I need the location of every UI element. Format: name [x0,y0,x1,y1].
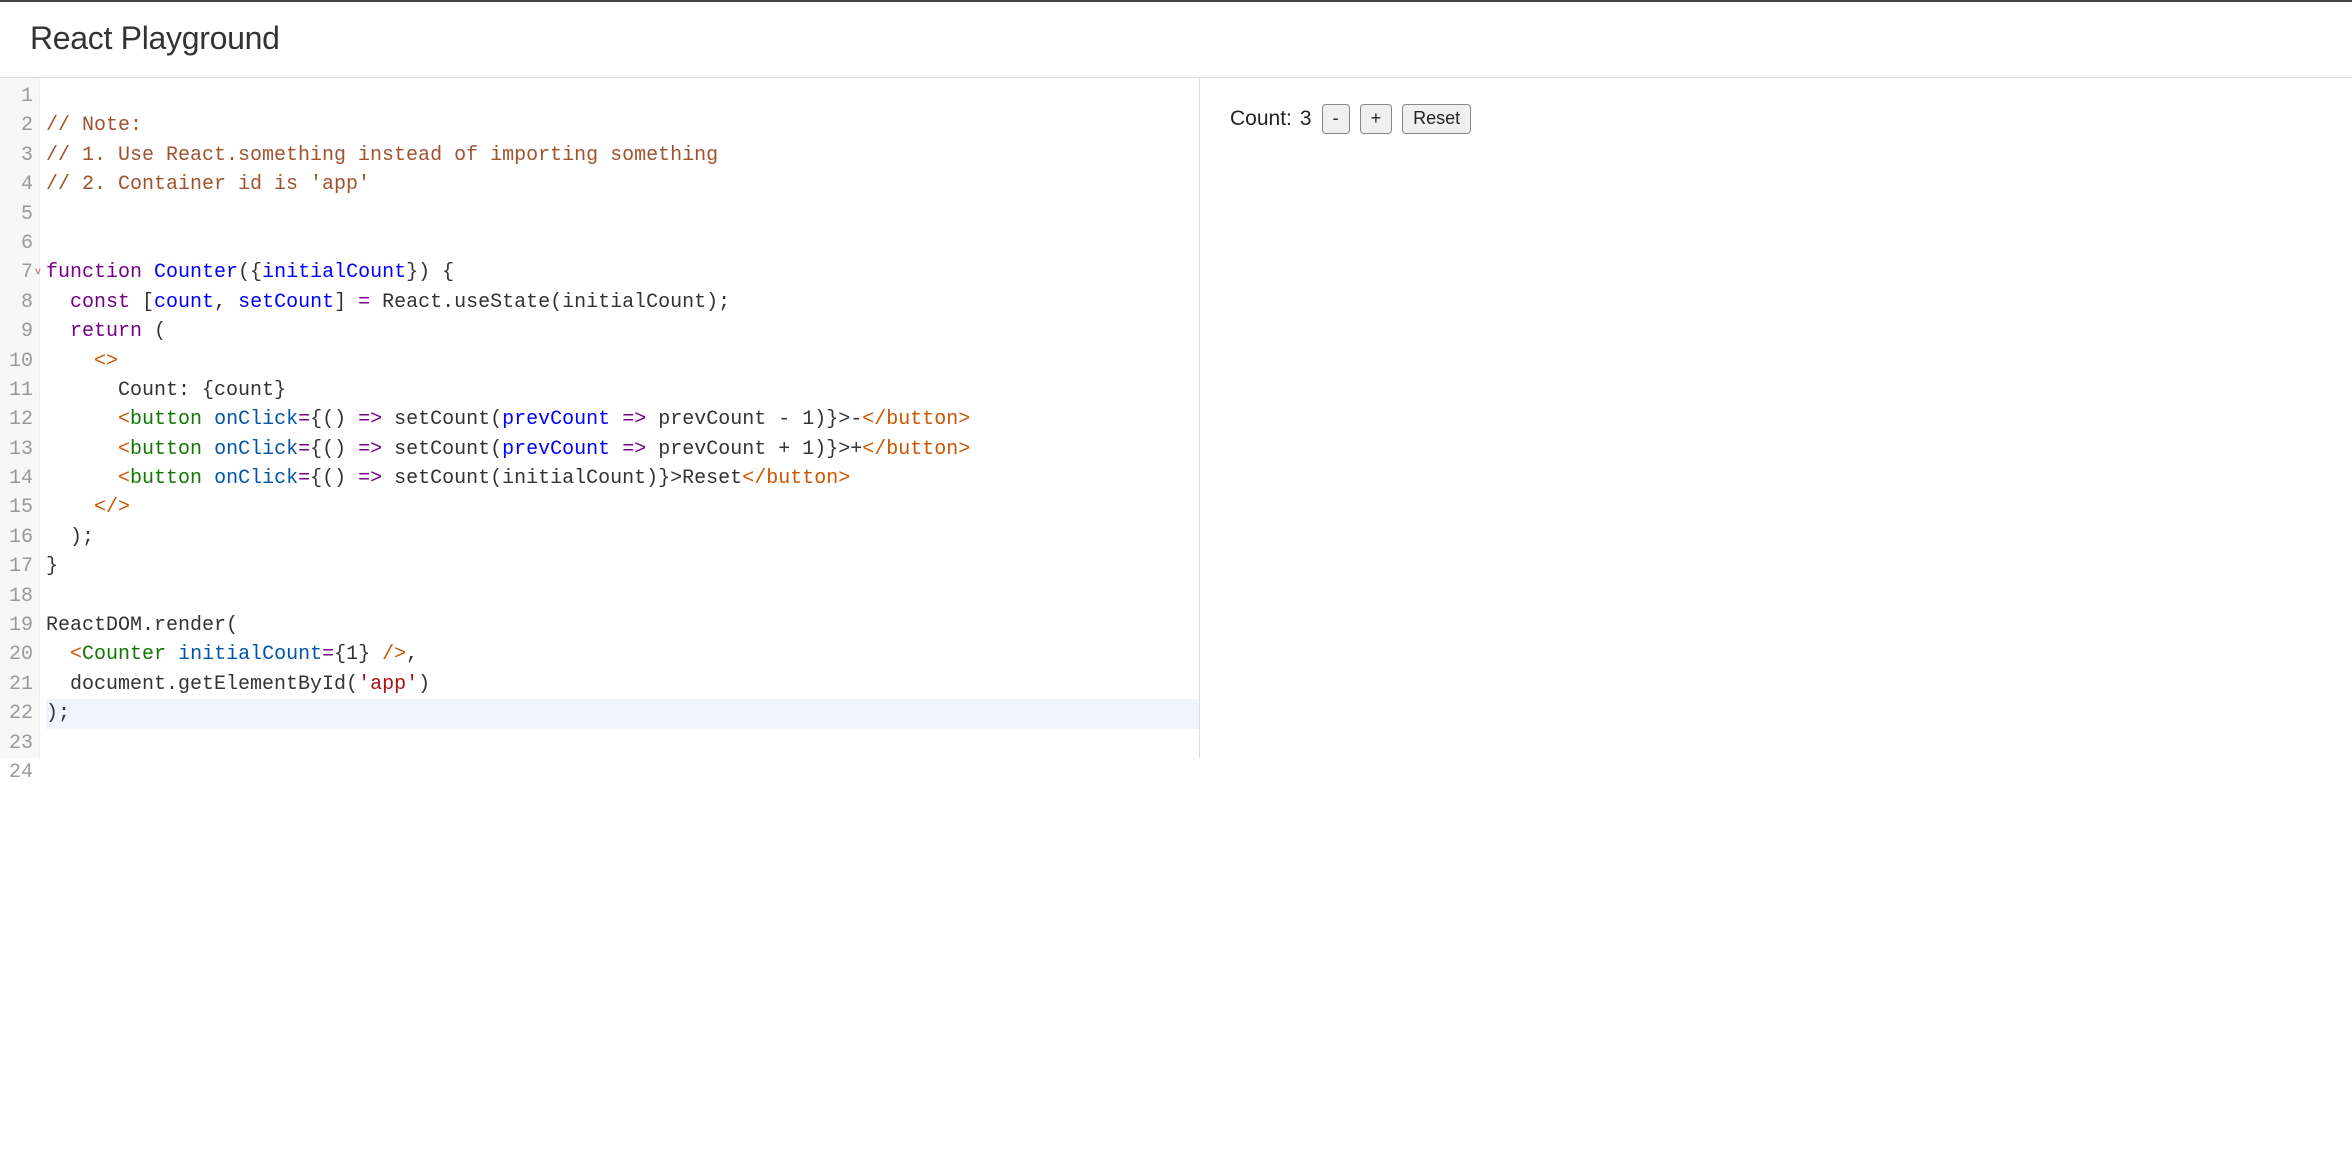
code-line: document.getElementById('app') [46,670,1199,699]
line-number: 18 [0,582,39,611]
line-number: 21 [0,670,39,699]
line-number: 7ⅴ [0,258,39,287]
code-line: <Counter initialCount={1} />, [46,640,1199,669]
line-number: 9 [0,317,39,346]
code-line: return ( [46,317,1199,346]
code-line: } [46,552,1199,581]
line-number: 4 [0,170,39,199]
code-line: <button onClick={() => setCount(prevCoun… [46,435,1199,464]
line-number-gutter: 1 2 3 4 5 6 7ⅴ 8 9 10 11 12 13 14 15 16 … [0,78,40,758]
code-line: <button onClick={() => setCount(prevCoun… [46,405,1199,434]
line-number: 17 [0,552,39,581]
counter-widget: Count: 3 - + Reset [1230,104,2322,134]
code-line: </> [46,493,1199,522]
code-line: const [count, setCount] = React.useState… [46,288,1199,317]
code-line: ); [46,523,1199,552]
line-number: 3 [0,141,39,170]
code-line [46,82,1199,111]
line-number: 6 [0,229,39,258]
line-number: 10 [0,347,39,376]
line-number: 8 [0,288,39,317]
page-title: React Playground [30,20,2322,57]
code-line: ReactDOM.render( [46,611,1199,640]
line-number: 23 [0,729,39,758]
code-line: // 1. Use React.something instead of imp… [46,141,1199,170]
preview-pane: Count: 3 - + Reset [1200,78,2352,758]
reset-button[interactable]: Reset [1402,104,1471,134]
code-line [46,582,1199,611]
line-number: 1 [0,82,39,111]
code-line: // Note: [46,111,1199,140]
increment-button[interactable]: + [1360,104,1393,134]
code-line: function Counter({initialCount}) { [46,258,1199,287]
line-number: 16 [0,523,39,552]
code-line: <button onClick={() => setCount(initialC… [46,464,1199,493]
code-line [46,229,1199,258]
count-value: 3 [1300,107,1312,131]
code-line: // 2. Container id is 'app' [46,170,1199,199]
code-line [46,729,1199,758]
code-line: Count: {count} [46,376,1199,405]
fold-marker-icon[interactable]: ⅴ [35,258,41,287]
code-text[interactable]: // Note: // 1. Use React.something inste… [40,78,1199,758]
workspace: 1 2 3 4 5 6 7ⅴ 8 9 10 11 12 13 14 15 16 … [0,78,2352,758]
line-number: 24 [0,758,39,787]
line-number: 2 [0,111,39,140]
line-number: 20 [0,640,39,669]
line-number: 14 [0,464,39,493]
line-number: 13 [0,435,39,464]
line-number: 15 [0,493,39,522]
code-editor[interactable]: 1 2 3 4 5 6 7ⅴ 8 9 10 11 12 13 14 15 16 … [0,78,1200,758]
code-line: <> [46,347,1199,376]
app-header: React Playground [0,0,2352,78]
line-number: 11 [0,376,39,405]
line-number: 5 [0,200,39,229]
line-number: 19 [0,611,39,640]
line-number: 12 [0,405,39,434]
code-line [46,200,1199,229]
decrement-button[interactable]: - [1322,104,1350,134]
code-line-active: ); [46,699,1199,728]
line-number: 22 [0,699,39,728]
count-label: Count: [1230,107,1292,131]
